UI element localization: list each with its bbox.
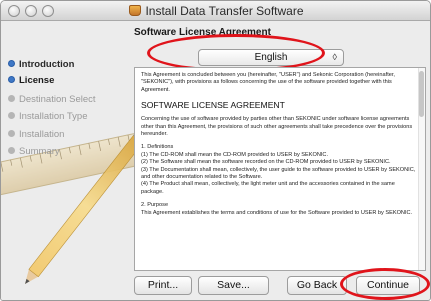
step-bullet-icon <box>8 147 15 154</box>
save-button[interactable]: Save... <box>198 276 269 295</box>
step-bullet-icon <box>8 130 15 137</box>
highlight-ellipse-continue <box>340 268 430 300</box>
license-heading: SOFTWARE LICENSE AGREEMENT <box>141 100 285 111</box>
window-title-group: Install Data Transfer Software <box>1 4 430 18</box>
step-installation: Installation <box>8 129 64 140</box>
step-license: License <box>8 75 54 86</box>
step-label: Installation Type <box>19 111 88 122</box>
steps-sidebar: Introduction License Destination Select … <box>1 22 134 300</box>
license-paragraph: Concerning the use of software provided … <box>141 116 413 138</box>
step-label: Destination Select <box>19 94 96 105</box>
step-bullet-icon <box>8 60 15 67</box>
scroll-thumb[interactable] <box>419 71 424 117</box>
license-purpose: 2. Purpose This Agreement establishes th… <box>141 202 413 216</box>
step-summary: Summary <box>8 146 60 157</box>
print-button[interactable]: Print... <box>134 276 192 295</box>
license-definitions: 1. Definitions (1) The CD-ROM shall mean… <box>141 144 416 195</box>
package-icon <box>129 5 142 16</box>
step-destination-select: Destination Select <box>8 94 96 105</box>
scrollbar[interactable] <box>418 68 425 270</box>
step-label: Summary <box>19 146 60 157</box>
installer-window: Install Data Transfer Software Introduct… <box>0 0 431 301</box>
license-text-area[interactable]: This Agreement is concluded between you … <box>134 67 426 271</box>
step-label: Installation <box>19 129 65 140</box>
go-back-button[interactable]: Go Back <box>287 276 347 295</box>
window-title: Install Data Transfer Software <box>145 4 304 18</box>
step-installation-type: Installation Type <box>8 111 87 122</box>
license-intro: This Agreement is concluded between you … <box>141 72 395 93</box>
step-bullet-icon <box>8 95 15 102</box>
step-introduction: Introduction <box>8 59 74 70</box>
updown-arrows-icon: ◊ <box>332 52 337 62</box>
step-label: License <box>19 75 55 86</box>
step-bullet-icon <box>8 112 15 119</box>
step-bullet-icon <box>8 76 15 83</box>
title-bar: Install Data Transfer Software <box>1 1 430 21</box>
step-label: Introduction <box>19 59 75 70</box>
